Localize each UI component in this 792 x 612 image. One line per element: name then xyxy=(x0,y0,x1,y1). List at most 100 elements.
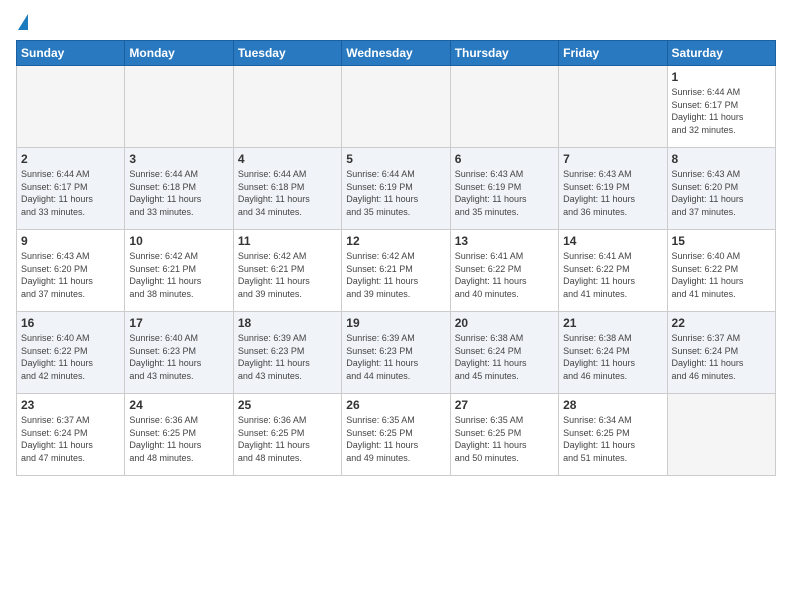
day-number: 25 xyxy=(238,398,337,412)
weekday-header-monday: Monday xyxy=(125,41,233,66)
day-info: Sunrise: 6:44 AM Sunset: 6:18 PM Dayligh… xyxy=(238,168,337,218)
day-number: 13 xyxy=(455,234,554,248)
logo-triangle-icon xyxy=(18,14,28,30)
day-info: Sunrise: 6:40 AM Sunset: 6:22 PM Dayligh… xyxy=(672,250,771,300)
calendar-cell: 18 Sunrise: 6:39 AM Sunset: 6:23 PM Dayli… xyxy=(233,312,341,394)
calendar-table: SundayMondayTuesdayWednesdayThursdayFrid… xyxy=(16,40,776,476)
day-info: Sunrise: 6:34 AM Sunset: 6:25 PM Dayligh… xyxy=(563,414,662,464)
day-info: Sunrise: 6:41 AM Sunset: 6:22 PM Dayligh… xyxy=(563,250,662,300)
calendar-cell: 10 Sunrise: 6:42 AM Sunset: 6:21 PM Dayli… xyxy=(125,230,233,312)
calendar-cell xyxy=(233,66,341,148)
day-info: Sunrise: 6:38 AM Sunset: 6:24 PM Dayligh… xyxy=(563,332,662,382)
day-info: Sunrise: 6:35 AM Sunset: 6:25 PM Dayligh… xyxy=(346,414,445,464)
calendar-cell: 2 Sunrise: 6:44 AM Sunset: 6:17 PM Daylig… xyxy=(17,148,125,230)
page: SundayMondayTuesdayWednesdayThursdayFrid… xyxy=(0,0,792,486)
day-number: 7 xyxy=(563,152,662,166)
day-info: Sunrise: 6:37 AM Sunset: 6:24 PM Dayligh… xyxy=(672,332,771,382)
day-info: Sunrise: 6:44 AM Sunset: 6:19 PM Dayligh… xyxy=(346,168,445,218)
calendar-cell: 12 Sunrise: 6:42 AM Sunset: 6:21 PM Dayli… xyxy=(342,230,450,312)
day-number: 21 xyxy=(563,316,662,330)
calendar-cell xyxy=(342,66,450,148)
calendar-cell: 7 Sunrise: 6:43 AM Sunset: 6:19 PM Daylig… xyxy=(559,148,667,230)
day-number: 8 xyxy=(672,152,771,166)
day-info: Sunrise: 6:41 AM Sunset: 6:22 PM Dayligh… xyxy=(455,250,554,300)
calendar-cell: 5 Sunrise: 6:44 AM Sunset: 6:19 PM Daylig… xyxy=(342,148,450,230)
day-number: 27 xyxy=(455,398,554,412)
calendar-cell: 28 Sunrise: 6:34 AM Sunset: 6:25 PM Dayli… xyxy=(559,394,667,476)
day-number: 14 xyxy=(563,234,662,248)
calendar-week-row: 16 Sunrise: 6:40 AM Sunset: 6:22 PM Dayli… xyxy=(17,312,776,394)
day-info: Sunrise: 6:42 AM Sunset: 6:21 PM Dayligh… xyxy=(238,250,337,300)
day-info: Sunrise: 6:35 AM Sunset: 6:25 PM Dayligh… xyxy=(455,414,554,464)
calendar-cell: 21 Sunrise: 6:38 AM Sunset: 6:24 PM Dayli… xyxy=(559,312,667,394)
day-number: 15 xyxy=(672,234,771,248)
day-number: 28 xyxy=(563,398,662,412)
day-number: 23 xyxy=(21,398,120,412)
day-number: 11 xyxy=(238,234,337,248)
day-number: 12 xyxy=(346,234,445,248)
day-number: 17 xyxy=(129,316,228,330)
day-info: Sunrise: 6:38 AM Sunset: 6:24 PM Dayligh… xyxy=(455,332,554,382)
header xyxy=(16,16,776,30)
day-number: 5 xyxy=(346,152,445,166)
calendar-cell: 11 Sunrise: 6:42 AM Sunset: 6:21 PM Dayli… xyxy=(233,230,341,312)
calendar-week-row: 1 Sunrise: 6:44 AM Sunset: 6:17 PM Daylig… xyxy=(17,66,776,148)
day-number: 16 xyxy=(21,316,120,330)
calendar-cell xyxy=(450,66,558,148)
day-info: Sunrise: 6:44 AM Sunset: 6:18 PM Dayligh… xyxy=(129,168,228,218)
calendar-cell: 20 Sunrise: 6:38 AM Sunset: 6:24 PM Dayli… xyxy=(450,312,558,394)
day-info: Sunrise: 6:43 AM Sunset: 6:19 PM Dayligh… xyxy=(563,168,662,218)
day-number: 4 xyxy=(238,152,337,166)
day-number: 9 xyxy=(21,234,120,248)
calendar-cell: 15 Sunrise: 6:40 AM Sunset: 6:22 PM Dayli… xyxy=(667,230,775,312)
day-info: Sunrise: 6:36 AM Sunset: 6:25 PM Dayligh… xyxy=(238,414,337,464)
day-number: 26 xyxy=(346,398,445,412)
calendar-cell: 9Sunrise: 6:43 AM Sunset: 6:20 PM Daylig… xyxy=(17,230,125,312)
day-number: 2 xyxy=(21,152,120,166)
calendar-cell: 22Sunrise: 6:37 AM Sunset: 6:24 PM Dayli… xyxy=(667,312,775,394)
weekday-header-friday: Friday xyxy=(559,41,667,66)
calendar-cell: 25 Sunrise: 6:36 AM Sunset: 6:25 PM Dayli… xyxy=(233,394,341,476)
calendar-cell: 6 Sunrise: 6:43 AM Sunset: 6:19 PM Daylig… xyxy=(450,148,558,230)
weekday-header-wednesday: Wednesday xyxy=(342,41,450,66)
day-info: Sunrise: 6:44 AM Sunset: 6:17 PM Dayligh… xyxy=(672,86,771,136)
weekday-header-tuesday: Tuesday xyxy=(233,41,341,66)
day-number: 18 xyxy=(238,316,337,330)
calendar-cell xyxy=(17,66,125,148)
calendar-cell: 14 Sunrise: 6:41 AM Sunset: 6:22 PM Dayli… xyxy=(559,230,667,312)
day-info: Sunrise: 6:39 AM Sunset: 6:23 PM Dayligh… xyxy=(346,332,445,382)
calendar-cell: 27 Sunrise: 6:35 AM Sunset: 6:25 PM Dayli… xyxy=(450,394,558,476)
day-info: Sunrise: 6:44 AM Sunset: 6:17 PM Dayligh… xyxy=(21,168,120,218)
day-number: 20 xyxy=(455,316,554,330)
calendar-cell: 24Sunrise: 6:36 AM Sunset: 6:25 PM Dayli… xyxy=(125,394,233,476)
calendar-cell: 17 Sunrise: 6:40 AM Sunset: 6:23 PM Dayli… xyxy=(125,312,233,394)
calendar-week-row: 23 Sunrise: 6:37 AM Sunset: 6:24 PM Dayli… xyxy=(17,394,776,476)
calendar-cell: 8 Sunrise: 6:43 AM Sunset: 6:20 PM Daylig… xyxy=(667,148,775,230)
calendar-cell: 23 Sunrise: 6:37 AM Sunset: 6:24 PM Dayli… xyxy=(17,394,125,476)
day-info: Sunrise: 6:42 AM Sunset: 6:21 PM Dayligh… xyxy=(129,250,228,300)
weekday-header-saturday: Saturday xyxy=(667,41,775,66)
day-number: 6 xyxy=(455,152,554,166)
day-info: Sunrise: 6:40 AM Sunset: 6:22 PM Dayligh… xyxy=(21,332,120,382)
day-info: Sunrise: 6:43 AM Sunset: 6:19 PM Dayligh… xyxy=(455,168,554,218)
calendar-cell: 1 Sunrise: 6:44 AM Sunset: 6:17 PM Daylig… xyxy=(667,66,775,148)
day-number: 1 xyxy=(672,70,771,84)
calendar-cell xyxy=(125,66,233,148)
day-number: 3 xyxy=(129,152,228,166)
calendar-cell: 3 Sunrise: 6:44 AM Sunset: 6:18 PM Daylig… xyxy=(125,148,233,230)
calendar-cell: 4 Sunrise: 6:44 AM Sunset: 6:18 PM Daylig… xyxy=(233,148,341,230)
calendar-cell: 16 Sunrise: 6:40 AM Sunset: 6:22 PM Dayli… xyxy=(17,312,125,394)
day-info: Sunrise: 6:42 AM Sunset: 6:21 PM Dayligh… xyxy=(346,250,445,300)
logo xyxy=(16,16,28,30)
day-number: 24 xyxy=(129,398,228,412)
weekday-header-sunday: Sunday xyxy=(17,41,125,66)
calendar-cell: 26 Sunrise: 6:35 AM Sunset: 6:25 PM Dayli… xyxy=(342,394,450,476)
calendar-cell xyxy=(667,394,775,476)
day-info: Sunrise: 6:43 AM Sunset: 6:20 PM Dayligh… xyxy=(672,168,771,218)
calendar-cell xyxy=(559,66,667,148)
day-info: Sunrise: 6:39 AM Sunset: 6:23 PM Dayligh… xyxy=(238,332,337,382)
day-info: Sunrise: 6:40 AM Sunset: 6:23 PM Dayligh… xyxy=(129,332,228,382)
day-number: 10 xyxy=(129,234,228,248)
day-info: Sunrise: 6:37 AM Sunset: 6:24 PM Dayligh… xyxy=(21,414,120,464)
calendar-cell: 13 Sunrise: 6:41 AM Sunset: 6:22 PM Dayli… xyxy=(450,230,558,312)
